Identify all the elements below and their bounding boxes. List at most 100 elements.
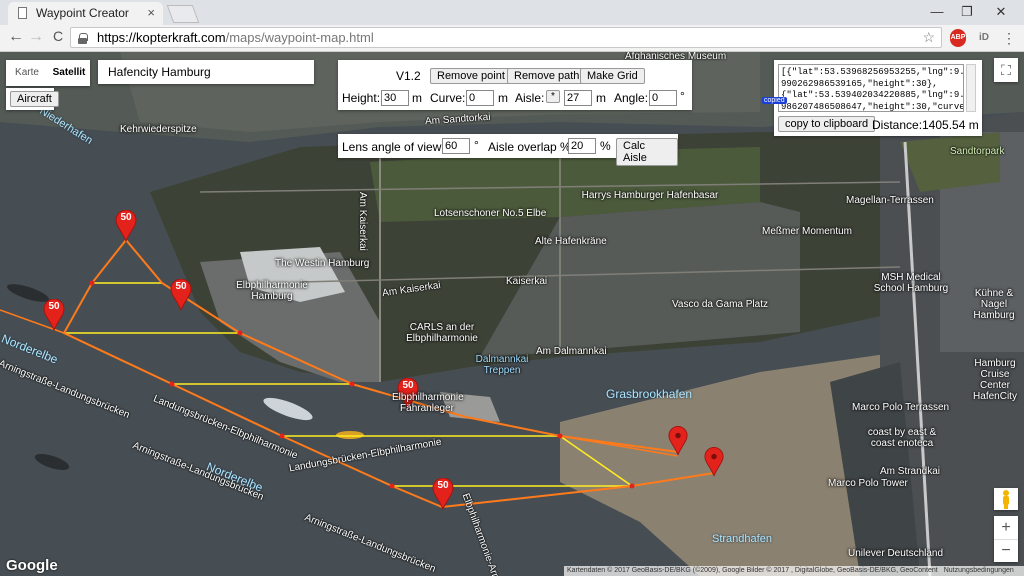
aisle-unit: m bbox=[596, 91, 606, 105]
aisle-auto-button[interactable]: * bbox=[546, 90, 560, 103]
marker-pin-icon bbox=[668, 426, 688, 456]
terms-link[interactable]: Nutzungsbedingungen bbox=[944, 567, 1014, 574]
map-label: Sandtorpark bbox=[950, 146, 1005, 157]
map-label: Harrys Hamburger Hafenbasar bbox=[581, 190, 719, 201]
json-line: [{"lat":53.53968256953255,"lng":9. bbox=[781, 67, 964, 77]
map-label: Unilever Deutschland bbox=[848, 548, 944, 559]
map-canvas[interactable]: 50 50 50 50 50 Afghanisches Museum Kehrw… bbox=[0, 52, 1024, 576]
map-label: Kehrwiederspitze bbox=[120, 124, 197, 135]
map-label: Am Dalmannkai bbox=[536, 346, 607, 357]
waypoint-marker[interactable]: 50 bbox=[43, 298, 65, 332]
page-icon bbox=[18, 7, 27, 19]
height-input[interactable]: 30 bbox=[381, 90, 409, 106]
close-window-button[interactable]: ✕ bbox=[986, 2, 1016, 22]
json-textarea[interactable]: [{"lat":53.53968256953255,"lng":9. 99026… bbox=[778, 64, 964, 112]
distance-label: Distance: bbox=[872, 118, 923, 132]
remove-path-button[interactable]: Remove path bbox=[507, 68, 587, 84]
water-label: Grasbrookhafen bbox=[606, 387, 693, 401]
map-label: MSH Medical School Hamburg bbox=[873, 272, 949, 294]
browser-tab[interactable]: Waypoint Creator × bbox=[8, 2, 163, 25]
street-view-pegman[interactable] bbox=[994, 488, 1018, 510]
browser-toolbar: ← → C https://kopterkraft.com/maps/waypo… bbox=[0, 25, 1024, 52]
calc-aisle-button[interactable]: Calc Aisle bbox=[616, 138, 678, 166]
minimize-button[interactable]: — bbox=[922, 2, 952, 22]
fullscreen-button[interactable]: ⛶ bbox=[994, 58, 1018, 82]
extension-id-icon[interactable]: iD bbox=[974, 29, 994, 47]
marker-pin-icon bbox=[704, 447, 724, 477]
url-host: https://kopterkraft.com bbox=[97, 30, 226, 45]
waypoint-dot[interactable] bbox=[349, 381, 355, 387]
json-line: 990262986539165,"height":30}, bbox=[781, 78, 938, 89]
height-label: Height: bbox=[342, 91, 381, 105]
zoom-out-button[interactable]: − bbox=[994, 540, 1018, 562]
waypoint-dot[interactable] bbox=[389, 483, 395, 489]
version-label: V1.2 bbox=[396, 69, 421, 83]
aisle-label: Aisle: bbox=[515, 91, 545, 105]
waypoint-dot[interactable] bbox=[89, 280, 95, 286]
map-label: coast by east & coast enoteca bbox=[867, 427, 937, 449]
new-tab-button[interactable] bbox=[166, 5, 200, 23]
map-label: Magellan-Terrassen bbox=[846, 195, 934, 206]
tab-close-icon[interactable]: × bbox=[147, 5, 155, 20]
distance-value: 1405.54 m bbox=[922, 118, 979, 132]
search-input[interactable]: Hafencity Hamburg bbox=[98, 60, 314, 84]
waypoint-dot[interactable] bbox=[629, 483, 635, 489]
lens-angle-input[interactable]: 60 bbox=[442, 138, 470, 154]
map-label: Vasco da Gama Platz bbox=[672, 299, 768, 310]
waypoint-marker[interactable] bbox=[704, 447, 724, 477]
lens-unit: ° bbox=[474, 138, 479, 152]
map-type-control: Karte Satellit bbox=[6, 60, 90, 86]
map-type-karte[interactable]: Karte bbox=[6, 60, 48, 86]
map-label: CARLS an der Elbphilharmonie bbox=[406, 322, 478, 344]
url-path: /maps/waypoint-map.html bbox=[225, 30, 374, 45]
aircraft-panel: Aircraft bbox=[6, 88, 59, 110]
waypoint-marker[interactable]: 50 bbox=[115, 209, 137, 243]
overlap-input[interactable]: 20 bbox=[568, 138, 596, 154]
star-icon[interactable]: ☆ bbox=[922, 28, 935, 47]
map-label: Marco Polo Tower bbox=[828, 478, 908, 489]
waypoint-dot[interactable] bbox=[237, 330, 243, 336]
water-label: Strandhafen bbox=[712, 533, 772, 545]
make-grid-button[interactable]: Make Grid bbox=[580, 68, 645, 84]
waypoint-marker[interactable]: 50 bbox=[432, 477, 454, 511]
marker-label: 50 bbox=[48, 301, 60, 312]
attribution: Kartendaten © 2017 GeoBasis-DE/BKG (©200… bbox=[564, 566, 1024, 576]
json-scrollbar[interactable] bbox=[966, 64, 976, 112]
marker-label: 50 bbox=[402, 380, 414, 391]
waypoint-dot[interactable] bbox=[279, 433, 285, 439]
waypoint-dot[interactable] bbox=[557, 433, 563, 439]
angle-input[interactable]: 0 bbox=[649, 90, 677, 106]
lens-controls: Lens angle of view: 60 ° Aisle overlap %… bbox=[338, 134, 678, 166]
height-unit: m bbox=[412, 91, 422, 105]
marker-label: 50 bbox=[120, 212, 132, 223]
tab-title: Waypoint Creator bbox=[36, 6, 129, 20]
lock-icon bbox=[78, 33, 88, 44]
tab-strip: Waypoint Creator × — ❐ ✕ bbox=[0, 0, 1024, 25]
flight-path-line bbox=[62, 239, 715, 509]
marker-label: 50 bbox=[175, 281, 187, 292]
map-label: Kaiserkai bbox=[506, 276, 548, 287]
adblock-icon[interactable]: ABP bbox=[950, 29, 966, 47]
curve-input[interactable]: 0 bbox=[466, 90, 494, 106]
map-label: Elbphilharmonie Hamburg bbox=[236, 280, 308, 302]
zoom-in-button[interactable]: + bbox=[994, 516, 1018, 540]
forward-icon[interactable]: → bbox=[26, 28, 46, 46]
pegman-icon bbox=[1003, 490, 1009, 509]
address-bar[interactable]: https://kopterkraft.com/maps/waypoint-ma… bbox=[70, 27, 942, 48]
menu-icon[interactable]: ⋮ bbox=[1002, 29, 1016, 47]
waypoint-dot[interactable] bbox=[169, 381, 175, 387]
remove-point-button[interactable]: Remove point bbox=[430, 68, 512, 84]
back-icon[interactable]: ← bbox=[6, 28, 26, 46]
aisle-input[interactable]: 27 bbox=[564, 90, 592, 106]
waypoint-marker[interactable]: 50 bbox=[170, 278, 192, 312]
map-label: Lotsenschoner No.5 Elbe bbox=[434, 208, 547, 219]
map-type-satellit[interactable]: Satellit bbox=[48, 60, 90, 86]
copy-to-clipboard-button[interactable]: copy to clipboard bbox=[778, 116, 876, 132]
maximize-button[interactable]: ❐ bbox=[952, 2, 982, 22]
aircraft-button[interactable]: Aircraft bbox=[10, 91, 59, 107]
curve-unit: m bbox=[498, 91, 508, 105]
waypoint-marker[interactable] bbox=[668, 426, 688, 456]
map-label: Kühne & Nagel Hamburg bbox=[973, 288, 1015, 321]
reload-icon[interactable]: C bbox=[48, 28, 68, 44]
json-output-panel: [{"lat":53.53968256953255,"lng":9. 99026… bbox=[762, 60, 982, 136]
